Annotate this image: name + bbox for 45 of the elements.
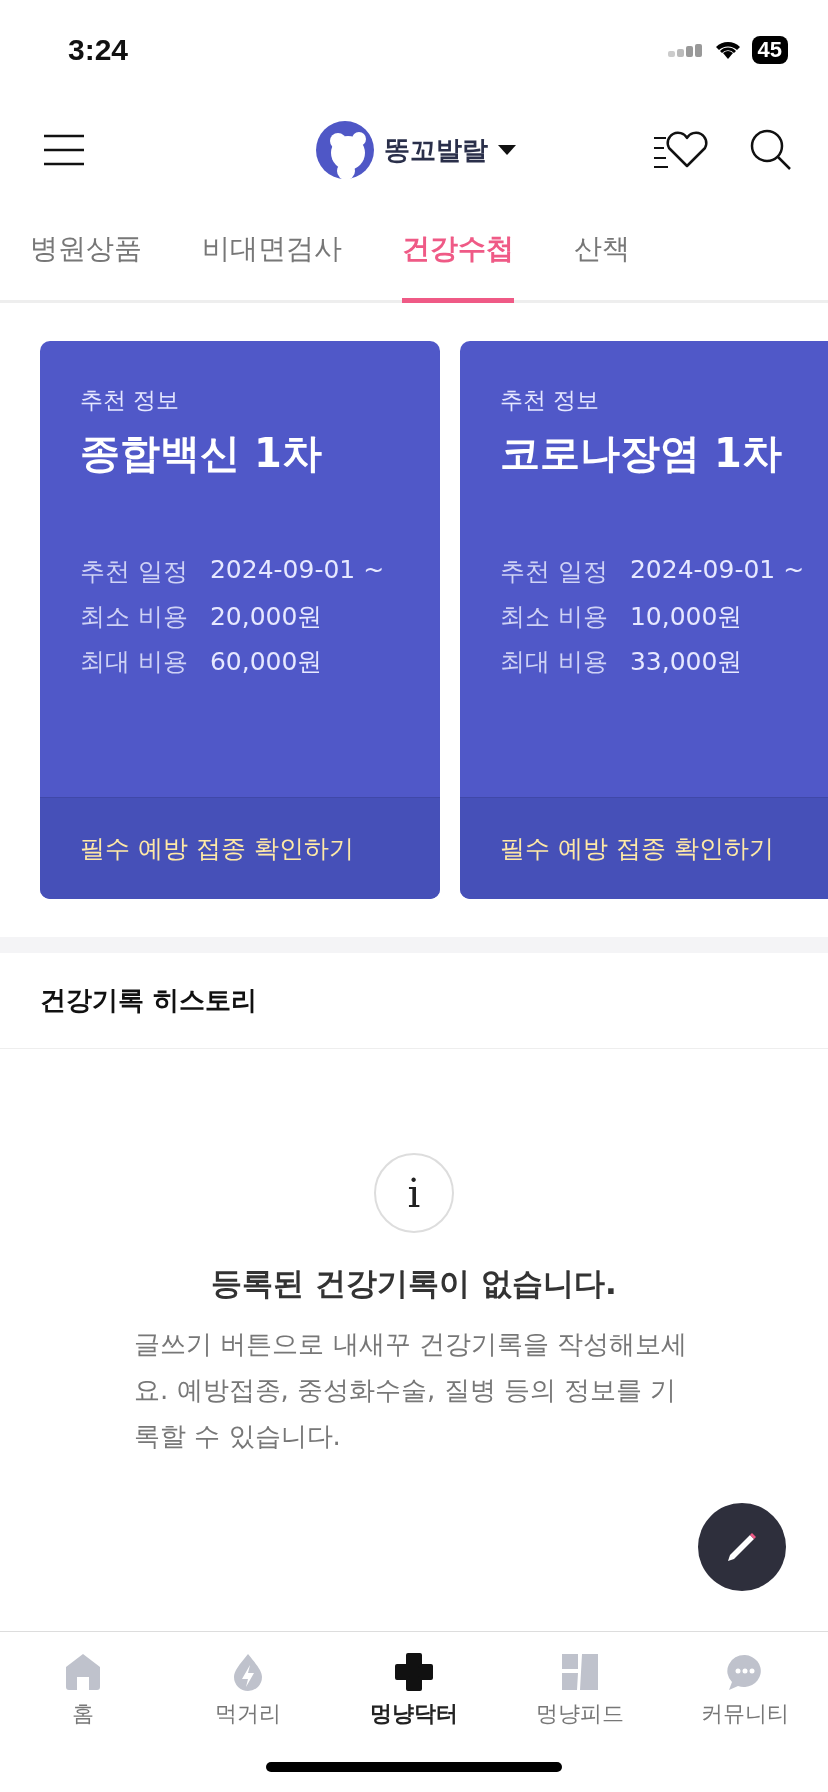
tab[interactable]: 비대면검사 — [202, 200, 342, 303]
info-label: 최대 비용 — [500, 646, 608, 678]
nav-item[interactable]: 멍냥피드 — [499, 1652, 660, 1730]
card-title: 종합백신 1차 — [80, 429, 323, 478]
card-title: 코로나장염 1차 — [500, 429, 783, 478]
nav-item[interactable]: 먹거리 — [168, 1652, 329, 1730]
info-icon: i — [374, 1153, 454, 1233]
profile-name[interactable]: 똥꼬발랄 — [384, 132, 488, 168]
avatar-icon[interactable] — [316, 121, 374, 179]
info-value: 2024-09-01 ~ — [629, 555, 805, 586]
tab[interactable]: 산책 — [574, 200, 630, 303]
info-label: 추천 일정 — [500, 556, 608, 588]
status-time: 3:24 — [68, 33, 129, 67]
info-value: 10,000원 — [629, 601, 743, 633]
section-title: 건강기록 히스토리 — [0, 953, 828, 1049]
info-label: 추천 일정 — [80, 556, 188, 588]
nav-item[interactable]: 멍냥닥터 — [334, 1652, 494, 1730]
empty-message: 글쓰기 버튼으로 내새꾸 건강기록을 작성해보세요. 예방접종, 중성화수술, 질병 등의 정보를 기록할 수 있습니다. — [134, 1328, 689, 1453]
nav-item[interactable]: 커뮤니티 — [665, 1652, 826, 1730]
vaccine-card[interactable]: 추천 정보 코로나장염 1차 추천 일정 2024-09-01 ~ 최소 비용 10,000원 최대 비용 33,000원 필수 예방 접종 확인하기 — [460, 341, 828, 899]
battery-indicator: 45 — [751, 36, 788, 64]
info-value: 60,000원 — [209, 646, 323, 678]
empty-title: 등록된 건강기록이 없습니다. — [211, 1264, 617, 1303]
signal-icon — [667, 43, 704, 57]
info-value: 20,000원 — [209, 601, 323, 633]
info-value: 2024-09-01 ~ — [209, 555, 385, 586]
info-label: 최대 비용 — [80, 646, 188, 678]
tab[interactable]: 건강수첩 — [402, 200, 514, 303]
info-value: 33,000원 — [629, 646, 743, 678]
info-label: 최소 비용 — [80, 601, 188, 633]
vaccine-card[interactable]: 추천 정보 종합백신 1차 추천 일정 2024-09-01 ~ 최소 비용 20,000원 최대 비용 60,000원 필수 예방 접종 확인하기 — [40, 341, 440, 899]
card-eyebrow: 추천 정보 — [80, 386, 181, 415]
vaccination-check-button[interactable]: 필수 예방 접종 확인하기 — [40, 797, 440, 899]
feed-icon — [560, 1653, 599, 1691]
home-icon — [63, 1653, 102, 1691]
nav-item[interactable]: 홈 — [2, 1652, 163, 1730]
card-eyebrow: 추천 정보 — [500, 386, 601, 415]
vaccination-check-button[interactable]: 필수 예방 접종 확인하기 — [460, 797, 828, 899]
search-icon[interactable] — [750, 129, 792, 171]
cross-icon — [395, 1653, 433, 1691]
tab[interactable]: 병원상품 — [30, 200, 142, 303]
menu-icon[interactable] — [44, 134, 84, 166]
caret-icon[interactable] — [498, 145, 516, 155]
heart-list-icon[interactable] — [654, 130, 710, 170]
info-label: 최소 비용 — [500, 601, 608, 633]
